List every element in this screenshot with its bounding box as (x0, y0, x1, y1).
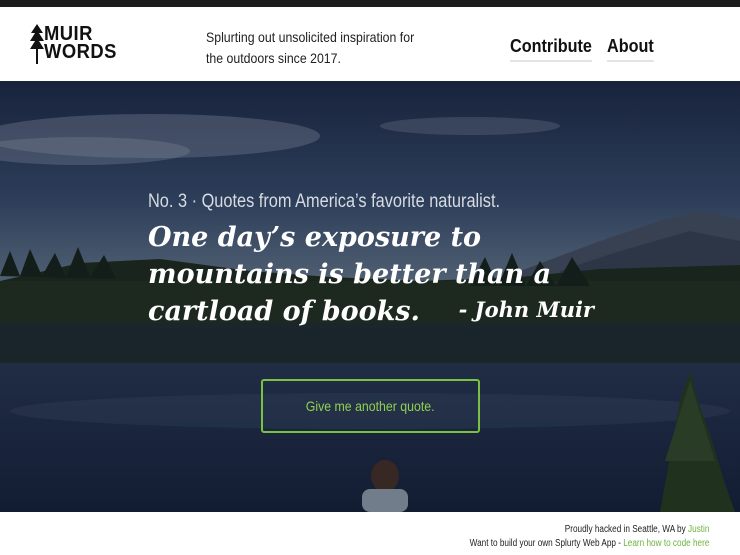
footer-credit-text: Proudly hacked in Seattle, WA by (564, 524, 688, 535)
quote-kicker: No. 3 · Quotes from America’s favorite n… (148, 191, 501, 212)
site-footer: Proudly hacked in Seattle, WA by Justin … (0, 512, 740, 555)
hero-section: No. 3 · Quotes from America’s favorite n… (0, 81, 740, 512)
tagline: Splurting out unsolicited inspiration fo… (206, 29, 415, 66)
another-quote-button[interactable]: Give me another quote. (261, 379, 480, 433)
learn-to-code-link[interactable]: Learn how to code here (623, 538, 709, 549)
site-header: MUIR WORDS Splurting out unsolicited ins… (0, 7, 740, 81)
author-link[interactable]: Justin (688, 524, 709, 535)
logo-text-line2: WORDS (44, 41, 117, 63)
footer-credit: Proudly hacked in Seattle, WA by Justin (564, 524, 709, 535)
another-quote-button-label: Give me another quote. (306, 398, 435, 414)
quote-author: - John Muir (458, 297, 594, 322)
nav-about-link[interactable]: About (607, 36, 654, 62)
logo[interactable]: MUIR WORDS (30, 24, 116, 68)
tree-icon (30, 24, 44, 64)
footer-build: Want to build your own Splurty Web App -… (469, 538, 709, 549)
footer-build-text: Want to build your own Splurty Web App - (469, 538, 623, 549)
top-bar (0, 0, 740, 7)
nav-contribute-link[interactable]: Contribute (510, 36, 592, 62)
